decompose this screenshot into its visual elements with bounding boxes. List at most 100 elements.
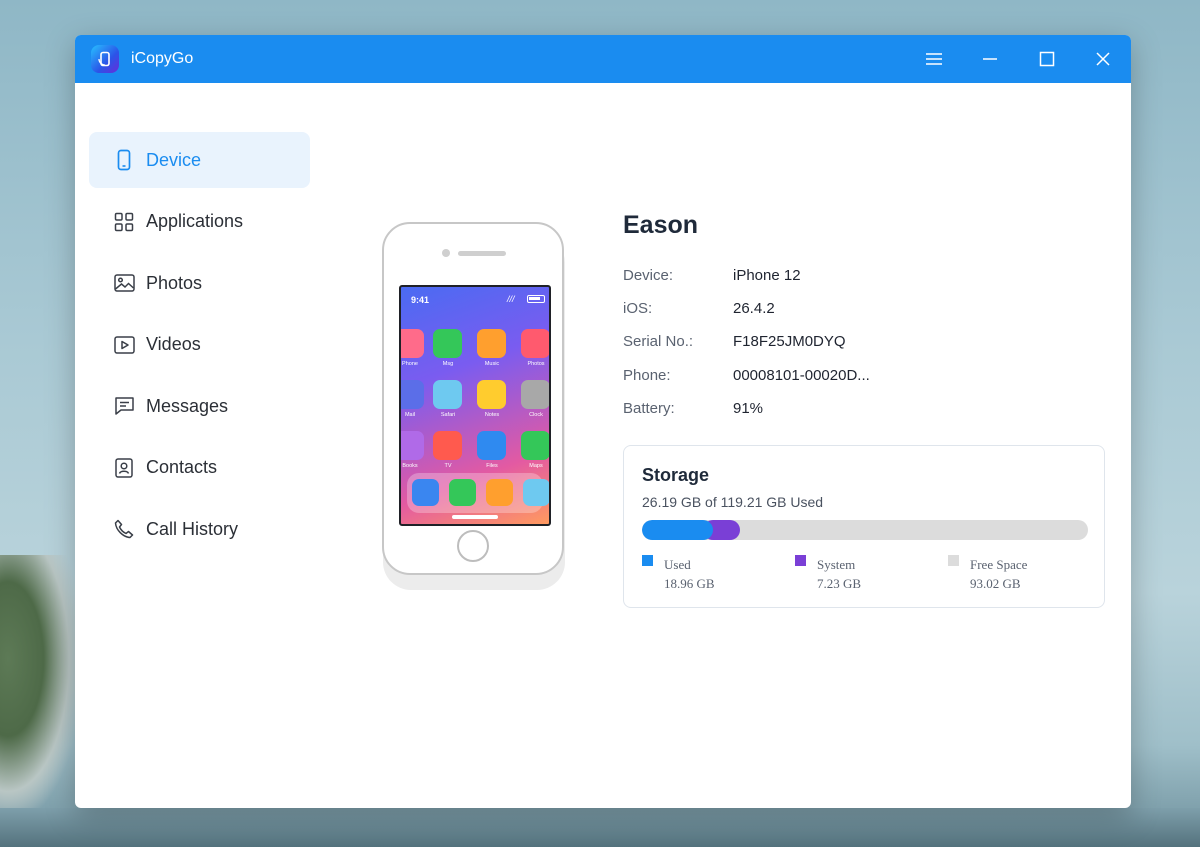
sidebar-nav: Device Applications Photos Videos Messag…	[89, 132, 310, 563]
grid-icon	[113, 211, 135, 233]
app-icon-music	[477, 329, 506, 358]
menu-button[interactable]	[917, 43, 951, 75]
close-icon	[1096, 52, 1110, 66]
app-window: iCopyGo Device Applications Photos Video…	[75, 35, 1131, 808]
phone-call-icon	[113, 518, 135, 540]
info-label: Device:	[623, 267, 674, 284]
app-label: Safari	[440, 412, 456, 418]
app-icon-notes	[477, 380, 506, 409]
message-icon	[113, 395, 135, 417]
legend-swatch	[642, 555, 653, 566]
app-icon-maps	[521, 431, 549, 460]
app-label: Music	[484, 361, 500, 367]
app-icon-files	[477, 431, 506, 460]
sidebar-item-label: Videos	[146, 334, 201, 354]
sidebar-item-videos[interactable]: Videos	[89, 317, 310, 373]
status-time: 9:41	[411, 295, 430, 305]
info-value-serial: F18F25JM0DYQ	[733, 333, 846, 350]
home-indicator	[452, 515, 498, 519]
legend-label: Used	[664, 557, 691, 572]
app-icon-clock	[521, 380, 549, 409]
app-icon-msg	[433, 329, 462, 358]
info-value-ios: 26.4.2	[733, 300, 775, 317]
legend-swatch	[948, 555, 959, 566]
sidebar-item-messages[interactable]: Messages	[89, 378, 310, 434]
dock-app-icon	[412, 479, 439, 506]
background-water	[0, 808, 1200, 847]
storage-title: Storage	[642, 465, 710, 485]
sidebar-item-label: Device	[146, 149, 202, 170]
app-label: Clock	[529, 412, 543, 418]
minimize-button[interactable]	[973, 43, 1007, 75]
app-label: Notes	[484, 412, 500, 418]
menu-icon	[926, 53, 942, 65]
dock-app-icon	[523, 479, 549, 506]
home-button	[457, 530, 489, 562]
app-label: Phone	[402, 361, 418, 367]
app-label: Books	[402, 463, 418, 469]
legend-value: 7.23 GB	[817, 576, 862, 591]
app-icon-mail	[401, 380, 424, 409]
phone-dock	[407, 473, 549, 513]
info-value-phone: 00008101-00020D...	[733, 367, 870, 384]
title-bar: iCopyGo	[75, 35, 1131, 83]
sidebar-item-label: Photos	[146, 272, 203, 293]
background-hill	[0, 555, 80, 815]
info-value-battery: 91%	[733, 400, 764, 417]
sidebar-item-label: Contacts	[146, 457, 218, 477]
app-icon-phone	[401, 329, 424, 358]
info-label: Serial No.:	[623, 333, 694, 350]
image-icon	[113, 272, 135, 294]
legend-label: System	[817, 557, 856, 572]
info-label: Phone:	[623, 367, 671, 384]
app-label: Mail	[404, 412, 416, 418]
close-button[interactable]	[1086, 43, 1120, 75]
app-label: TV	[444, 463, 452, 469]
sidebar-item-label: Call History	[146, 518, 239, 539]
app-icon-safari	[433, 380, 462, 409]
phone-body: 9:41 /// Phone Msg Music Photos Mail Safari No…	[382, 222, 564, 575]
legend-label: Free Space	[970, 557, 1028, 572]
phone-screen: 9:41 /// Phone Msg Music Photos Mail Safari No…	[399, 285, 551, 526]
dock-app-icon	[486, 479, 513, 506]
info-value-device: iPhone 12	[733, 267, 801, 284]
app-label: Msg	[442, 361, 454, 367]
dock-app-icon	[449, 479, 476, 506]
sidebar-item-photos[interactable]: Photos	[89, 255, 310, 311]
sidebar-item-label: Messages	[146, 395, 229, 416]
sidebar-item-label: Applications	[146, 211, 244, 231]
legend-value: 18.96 GB	[664, 576, 715, 591]
camera-dot	[442, 249, 450, 257]
app-icon-books	[401, 431, 424, 460]
minimize-icon	[983, 58, 997, 60]
storage-bar	[642, 520, 1088, 540]
phone-icon	[113, 149, 135, 171]
speaker-slot	[458, 251, 506, 256]
app-label: Files	[486, 463, 498, 469]
device-illustration: 9:41 /// Phone Msg Music Photos Mail Safari No…	[381, 221, 567, 591]
sidebar-item-contacts[interactable]: Contacts	[89, 440, 310, 496]
battery-icon	[527, 295, 545, 303]
contact-icon	[113, 457, 135, 479]
maximize-button[interactable]	[1030, 43, 1064, 75]
legend-value: 93.02 GB	[970, 576, 1021, 591]
sidebar-item-applications[interactable]: Applications	[89, 194, 310, 250]
info-label: Battery:	[623, 400, 675, 417]
app-icon-photos	[521, 329, 549, 358]
app-label: Photos	[527, 361, 545, 367]
device-name: Eason	[623, 211, 699, 239]
play-icon	[113, 334, 135, 356]
app-logo-icon	[91, 45, 119, 73]
sidebar-item-call-history[interactable]: Call History	[89, 501, 310, 557]
sidebar-item-device[interactable]: Device	[89, 132, 310, 188]
info-label: iOS:	[623, 300, 653, 317]
app-icon-tv	[433, 431, 462, 460]
maximize-icon	[1039, 51, 1055, 67]
app-title: iCopyGo	[131, 50, 194, 67]
legend-swatch	[795, 555, 806, 566]
storage-card: Storage 26.19 GB of 119.21 GB Used Used …	[623, 445, 1105, 608]
storage-bar-used	[642, 520, 713, 540]
signal-icon: ///	[507, 294, 515, 304]
app-label: Maps	[529, 463, 543, 469]
storage-summary: 26.19 GB of 119.21 GB Used	[642, 494, 824, 510]
